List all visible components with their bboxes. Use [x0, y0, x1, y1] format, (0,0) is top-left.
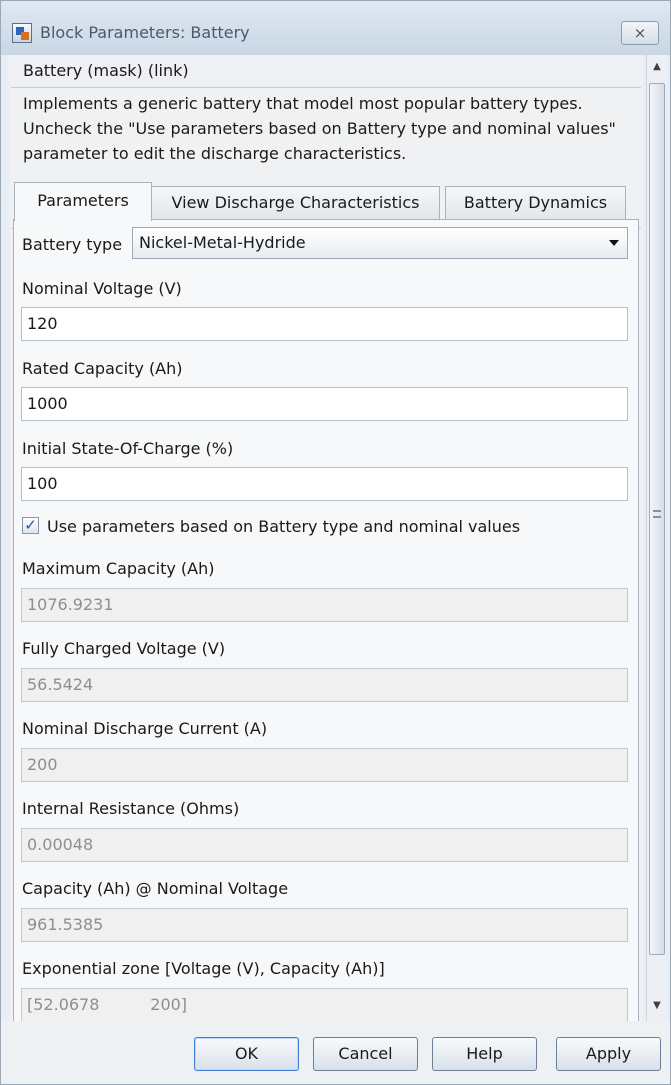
nominal-discharge-current-field: 200 — [21, 748, 628, 782]
battery-type-label: Battery type — [22, 235, 123, 254]
help-button[interactable]: Help — [432, 1037, 537, 1071]
parameters-scroll-area: Battery (mask) (link) Implements a gener… — [9, 55, 643, 1021]
tab-battery-dynamics[interactable]: Battery Dynamics — [445, 186, 626, 220]
vertical-scrollbar[interactable]: ▲ ▼ — [646, 55, 666, 1021]
nominal-voltage-label: Nominal Voltage (V) — [22, 279, 182, 298]
window-title: Block Parameters: Battery — [40, 23, 250, 42]
chevron-down-icon — [609, 240, 619, 246]
capacity-at-nominal-voltage-field: 961.5385 — [21, 908, 628, 942]
fully-charged-voltage-label: Fully Charged Voltage (V) — [22, 639, 226, 658]
ok-button[interactable]: OK — [194, 1037, 299, 1071]
close-button[interactable]: ⨯ — [621, 21, 659, 45]
exponential-zone-label: Exponential zone [Voltage (V), Capacity … — [22, 959, 385, 978]
scroll-thumb[interactable] — [649, 83, 665, 955]
internal-resistance-field: 0.00048 — [21, 828, 628, 862]
use-parameters-label: Use parameters based on Battery type and… — [47, 517, 521, 536]
initial-soc-label: Initial State-Of-Charge (%) — [22, 439, 234, 458]
fully-charged-voltage-field: 56.5424 — [21, 668, 628, 702]
mask-title: Battery (mask) (link) — [23, 61, 189, 80]
battery-type-value: Nickel-Metal-Hydride — [139, 233, 306, 252]
dialog-window: Block Parameters: Battery ⨯ Battery (mas… — [0, 0, 671, 1085]
description-text: Implements a generic battery that model … — [23, 94, 616, 163]
tab-view-discharge-characteristics[interactable]: View Discharge Characteristics — [151, 186, 440, 220]
capacity-at-nominal-voltage-label: Capacity (Ah) @ Nominal Voltage — [22, 879, 289, 898]
scroll-down-arrow-icon[interactable]: ▼ — [652, 1000, 662, 1011]
scroll-up-arrow-icon[interactable]: ▲ — [652, 61, 662, 72]
title-bar: Block Parameters: Battery ⨯ — [1, 1, 670, 55]
simulink-block-icon — [12, 23, 32, 43]
use-parameters-checkbox[interactable]: ✓ — [22, 517, 39, 534]
internal-resistance-label: Internal Resistance (Ohms) — [22, 799, 240, 818]
maximum-capacity-field: 1076.9231 — [21, 588, 628, 622]
rated-capacity-input[interactable]: 1000 — [21, 387, 628, 421]
rated-capacity-label: Rated Capacity (Ah) — [22, 359, 183, 378]
nominal-voltage-input[interactable]: 120 — [21, 307, 628, 341]
maximum-capacity-label: Maximum Capacity (Ah) — [22, 559, 215, 578]
tab-parameters[interactable]: Parameters — [14, 182, 152, 221]
battery-type-select[interactable]: Nickel-Metal-Hydride — [132, 227, 628, 259]
scroll-grip-icon — [653, 510, 661, 518]
nominal-discharge-current-label: Nominal Discharge Current (A) — [22, 719, 268, 738]
exponential-zone-field: [52.0678 200] — [21, 988, 628, 1021]
initial-soc-input[interactable]: 100 — [21, 467, 628, 501]
apply-button[interactable]: Apply — [556, 1037, 661, 1071]
cancel-button[interactable]: Cancel — [313, 1037, 418, 1071]
